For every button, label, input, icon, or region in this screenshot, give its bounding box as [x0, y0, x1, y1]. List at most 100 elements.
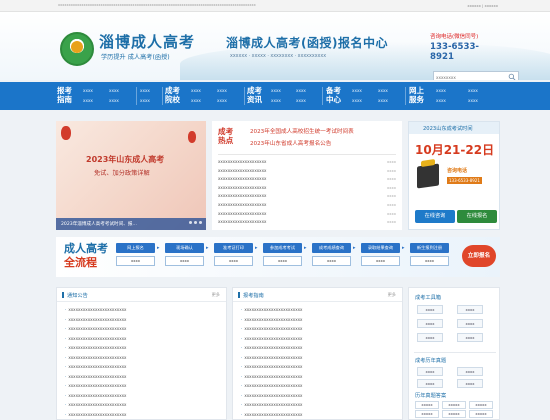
nav-title-news[interactable]: 成考 资讯	[247, 86, 262, 104]
search-input[interactable]	[436, 74, 506, 80]
nav-title-schools[interactable]: 成考 院校	[165, 86, 180, 104]
list-item[interactable]: xxxxxxxxxxxxxxxxxxxxxxxx	[65, 402, 220, 407]
nav-link[interactable]: xxxx	[352, 98, 362, 103]
news-title[interactable]: xxxxxxxxxxxxxxxxxxxx	[218, 176, 266, 181]
list-item[interactable]: xxxxxxxxxxxxxxxxxxxxxxxx	[241, 317, 396, 322]
nav-link[interactable]: xxxx	[140, 88, 150, 93]
headline-1[interactable]: 2023年全国成人高校招生统一考试时间表	[250, 127, 354, 135]
list-item[interactable]: xxxxxxxxxxxxxxxxxxxxxxxx	[241, 355, 396, 360]
nav-group-exam: 备考 中心	[326, 84, 348, 108]
nav-link[interactable]: xxxx	[436, 88, 446, 93]
nav-link[interactable]: xxxx	[468, 88, 478, 93]
list-item[interactable]: xxxxxxxxxxxxxxxxxxxxxxxx	[241, 383, 396, 388]
year-chip[interactable]: xxxxx	[469, 410, 493, 418]
nav-link[interactable]: xxxx	[436, 98, 446, 103]
nav-link[interactable]: xxxx	[271, 88, 281, 93]
nav-link[interactable]: xxxx	[352, 88, 362, 93]
news-title[interactable]: xxxxxxxxxxxxxxxxxxxx	[218, 168, 266, 173]
tool-chip[interactable]: xxxx	[417, 305, 443, 314]
list-item[interactable]: xxxxxxxxxxxxxxxxxxxxxxxx	[65, 383, 220, 388]
nav-link[interactable]: xxxx	[217, 88, 227, 93]
nav-link[interactable]: xxxx	[378, 98, 388, 103]
list-item[interactable]: xxxxxxxxxxxxxxxxxxxxxxxx	[65, 364, 220, 369]
apply-button[interactable]: 在线报名	[457, 210, 497, 223]
news-title[interactable]: xxxxxxxxxxxxxxxxxxxx	[218, 211, 266, 216]
year-chip[interactable]: xxxxx	[415, 401, 439, 409]
year-chip[interactable]: xxxxx	[442, 401, 466, 409]
search-icon[interactable]	[508, 73, 516, 80]
list-item[interactable]: xxxxxxxxxxxxxxxxxxxxxxxx	[241, 307, 396, 312]
promo-banner[interactable]: 2023年山东成人高考 免试、加分政策详解 2023年淄博成人高考考试时间、报…	[56, 121, 206, 230]
list-item[interactable]: xxxxxxxxxxxxxxxxxxxxxxxx	[241, 393, 396, 398]
center-title: 淄博成人高考(函授)报名中心	[226, 36, 388, 50]
nav-link[interactable]: xxxx	[378, 88, 388, 93]
news-item[interactable]: xxxxxxxxxxxxxxxxxxxx xxxx	[218, 219, 396, 228]
tool-chip[interactable]: xxxx	[457, 319, 483, 328]
paper-chip[interactable]: xxxx	[417, 379, 443, 388]
list-item[interactable]: xxxxxxxxxxxxxxxxxxxxxxxx	[65, 326, 220, 331]
tool-chip[interactable]: xxxx	[457, 333, 483, 342]
nav-link[interactable]: xxxx	[217, 98, 227, 103]
list-item[interactable]: xxxxxxxxxxxxxxxxxxxxxxxx	[241, 326, 396, 331]
nav-link[interactable]: xxxx	[140, 98, 150, 103]
nav-link[interactable]: xxxx	[191, 98, 201, 103]
list-item[interactable]: xxxxxxxxxxxxxxxxxxxxxxxx	[241, 364, 396, 369]
nav-link[interactable]: xxxx	[83, 98, 93, 103]
nav-group-service: 网上 服务	[409, 84, 431, 108]
list-item[interactable]: xxxxxxxxxxxxxxxxxxxxxxxx	[241, 345, 396, 350]
nav-title-exam[interactable]: 备考 中心	[326, 86, 341, 104]
news-title[interactable]: xxxxxxxxxxxxxxxxxxxx	[218, 193, 266, 198]
step-name: 准考证打印	[214, 243, 253, 253]
register-now-button[interactable]: 立即报名	[462, 245, 496, 267]
news-title[interactable]: xxxxxxxxxxxxxxxxxxxx	[218, 202, 266, 207]
nav-link[interactable]: xxxx	[468, 98, 478, 103]
paper-chip[interactable]: xxxx	[457, 367, 483, 376]
nav-link[interactable]: xxxx	[109, 98, 119, 103]
tool-chip[interactable]: xxxx	[457, 305, 483, 314]
list-item[interactable]: xxxxxxxxxxxxxxxxxxxxxxxx	[65, 374, 220, 379]
list-item[interactable]: xxxxxxxxxxxxxxxxxxxxxxxx	[241, 412, 396, 417]
list-item[interactable]: xxxxxxxxxxxxxxxxxxxxxxxx	[241, 402, 396, 407]
news-title[interactable]: xxxxxxxxxxxxxxxxxxxx	[218, 219, 266, 224]
nav-title-service[interactable]: 网上 服务	[409, 86, 424, 104]
list-item[interactable]: xxxxxxxxxxxxxxxxxxxxxxxx	[65, 317, 220, 322]
news-title[interactable]: xxxxxxxxxxxxxxxxxxxx	[218, 185, 266, 190]
headline-2[interactable]: 2023年山东省成人高考报名公告	[250, 139, 331, 147]
list-item[interactable]: xxxxxxxxxxxxxxxxxxxxxxxx	[65, 345, 220, 350]
nav-title-guide[interactable]: 报考 指南	[57, 86, 72, 104]
brand-name[interactable]: 淄博成人高考	[99, 31, 195, 52]
more-link[interactable]: 更多	[212, 292, 220, 298]
more-link[interactable]: 更多	[388, 292, 396, 298]
paper-chip[interactable]: xxxx	[417, 367, 443, 376]
search-box[interactable]	[433, 71, 519, 80]
carousel-dots[interactable]	[187, 219, 202, 226]
nav-link[interactable]: xxxx	[83, 88, 93, 93]
nav-link[interactable]: xxxx	[296, 88, 306, 93]
nav-link[interactable]: xxxx	[191, 88, 201, 93]
paper-chip[interactable]: xxxx	[457, 379, 483, 388]
nav-link[interactable]: xxxx	[271, 98, 281, 103]
list-item[interactable]: xxxxxxxxxxxxxxxxxxxxxxxx	[65, 336, 220, 341]
nav-divider	[244, 87, 245, 105]
list-item[interactable]: xxxxxxxxxxxxxxxxxxxxxxxx	[241, 336, 396, 341]
nav-divider	[136, 87, 137, 105]
tool-chip[interactable]: xxxx	[417, 319, 443, 328]
consult-button[interactable]: 在线咨询	[415, 210, 455, 223]
year-chip[interactable]: xxxxx	[442, 410, 466, 418]
tools-panel: 成考工具箱 成考历年真题 xxxx xxxx xxxx xxxx xxxx xxxx xxx…	[408, 287, 500, 420]
tool-chip[interactable]: xxxx	[417, 333, 443, 342]
nav-link[interactable]: xxxx	[109, 88, 119, 93]
year-chip[interactable]: xxxxx	[415, 410, 439, 418]
news-title[interactable]: xxxxxxxxxxxxxxxxxxxx	[218, 159, 266, 164]
list-item[interactable]: xxxxxxxxxxxxxxxxxxxxxxxx	[65, 412, 220, 417]
process-title: 成人高考	[64, 242, 108, 255]
list-item[interactable]: xxxxxxxxxxxxxxxxxxxxxxxx	[65, 307, 220, 312]
site-logo[interactable]	[60, 32, 94, 66]
top-links[interactable]: xxxxxx | xxxxxx	[467, 3, 498, 8]
list-item[interactable]: xxxxxxxxxxxxxxxxxxxxxxxx	[65, 393, 220, 398]
nav-link[interactable]: xxxx	[296, 98, 306, 103]
year-chip[interactable]: xxxxx	[469, 401, 493, 409]
banner-caption[interactable]: 2023年淄博成人高考考试时间、报…	[61, 221, 137, 227]
list-item[interactable]: xxxxxxxxxxxxxxxxxxxxxxxx	[65, 355, 220, 360]
list-item[interactable]: xxxxxxxxxxxxxxxxxxxxxxxx	[241, 374, 396, 379]
